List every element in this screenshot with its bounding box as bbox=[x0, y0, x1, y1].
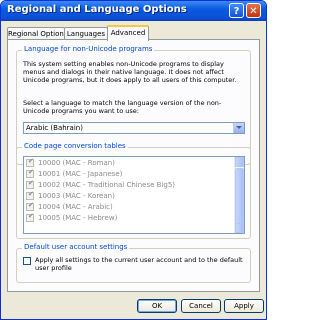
ok-button[interactable]: OK bbox=[137, 299, 177, 313]
list-item[interactable]: ✔ 10003 (MAC - Korean) bbox=[26, 190, 231, 201]
cancel-button[interactable]: Cancel bbox=[181, 299, 221, 313]
window-title: Regional and Language Options bbox=[7, 4, 187, 15]
checkmark-icon: ✔ bbox=[28, 212, 34, 220]
scroll-up-button[interactable] bbox=[235, 157, 244, 167]
tab-label: Regional Options bbox=[8, 30, 68, 38]
list-item[interactable]: ✔ 10004 (MAC - Arabic) bbox=[26, 201, 231, 212]
code-page-label: 10002 (MAC - Traditional Chinese Big5) bbox=[38, 181, 176, 189]
apply-label: Apply bbox=[234, 302, 254, 310]
checkmark-icon: ✔ bbox=[28, 168, 34, 176]
selected-language: Arabic (Bahrain) bbox=[26, 124, 83, 132]
code-page-label: 10003 (MAC - Korean) bbox=[38, 192, 115, 200]
list-item[interactable]: ✔ 10001 (MAC - Japanese) bbox=[26, 168, 231, 179]
title-bar[interactable]: Regional and Language Options ? ✕ bbox=[1, 1, 266, 21]
cancel-label: Cancel bbox=[189, 302, 213, 310]
apply-default-user-checkbox[interactable] bbox=[23, 257, 31, 265]
chevron-down-icon[interactable] bbox=[233, 123, 244, 133]
code-page-checkbox[interactable]: ✔ bbox=[26, 179, 34, 189]
tab-advanced[interactable]: Advanced bbox=[107, 25, 149, 41]
language-select[interactable]: Arabic (Bahrain) bbox=[23, 122, 245, 134]
tab-label: Languages bbox=[66, 30, 106, 38]
apply-default-user-label: Apply all settings to the current user a… bbox=[35, 256, 243, 272]
code-page-group: Code page conversion tables ✔ 10000 (MAC… bbox=[16, 142, 251, 239]
non-unicode-description: This system setting enables non-Unicode … bbox=[23, 60, 237, 84]
code-page-label: 10001 (MAC - Japanese) bbox=[38, 170, 123, 178]
code-page-label: 10005 (MAC - Hebrew) bbox=[38, 214, 118, 222]
list-item[interactable]: ✔ 10002 (MAC - Traditional Chinese Big5) bbox=[26, 179, 231, 190]
code-page-checkbox[interactable]: ✔ bbox=[26, 201, 34, 211]
select-language-prompt: Select a language to match the language … bbox=[23, 99, 222, 115]
code-page-checkbox[interactable]: ✔ bbox=[26, 168, 34, 178]
code-page-checkbox[interactable]: ✔ bbox=[26, 212, 34, 222]
close-button[interactable]: ✕ bbox=[246, 3, 261, 18]
checkmark-icon: ✔ bbox=[28, 201, 34, 209]
dialog-window: Regional and Language Options ? ✕ Region… bbox=[0, 0, 267, 320]
code-page-label: 10004 (MAC - Arabic) bbox=[38, 203, 113, 211]
scroll-down-button[interactable] bbox=[235, 223, 244, 233]
code-page-list[interactable]: ✔ 10000 (MAC - Roman) ✔ 10001 (MAC - Jap… bbox=[23, 156, 245, 234]
code-page-checkbox[interactable]: ✔ bbox=[26, 157, 34, 167]
help-icon: ? bbox=[233, 6, 240, 17]
code-page-checkbox[interactable]: ✔ bbox=[26, 190, 34, 200]
code-page-label: 10000 (MAC - Roman) bbox=[38, 159, 115, 167]
default-user-group: Default user account settings Apply all … bbox=[16, 243, 251, 283]
close-icon: ✕ bbox=[249, 6, 258, 17]
ok-label: OK bbox=[151, 302, 163, 310]
code-page-group-title: Code page conversion tables bbox=[22, 142, 128, 150]
checkmark-icon: ✔ bbox=[28, 190, 34, 198]
help-button[interactable]: ? bbox=[229, 3, 244, 18]
advanced-tab-panel: Language for non-Unicode programs This s… bbox=[7, 39, 260, 292]
non-unicode-group-title: Language for non-Unicode programs bbox=[22, 45, 155, 53]
checkmark-icon: ✔ bbox=[28, 157, 34, 165]
list-item[interactable]: ✔ 10005 (MAC - Hebrew) bbox=[26, 212, 231, 223]
tab-label: Advanced bbox=[110, 29, 146, 37]
default-user-group-title: Default user account settings bbox=[22, 243, 130, 251]
apply-button[interactable]: Apply bbox=[224, 299, 264, 313]
checkmark-icon: ✔ bbox=[28, 179, 34, 187]
vertical-scrollbar[interactable] bbox=[234, 157, 244, 233]
list-item[interactable]: ✔ 10000 (MAC - Roman) bbox=[26, 157, 231, 168]
